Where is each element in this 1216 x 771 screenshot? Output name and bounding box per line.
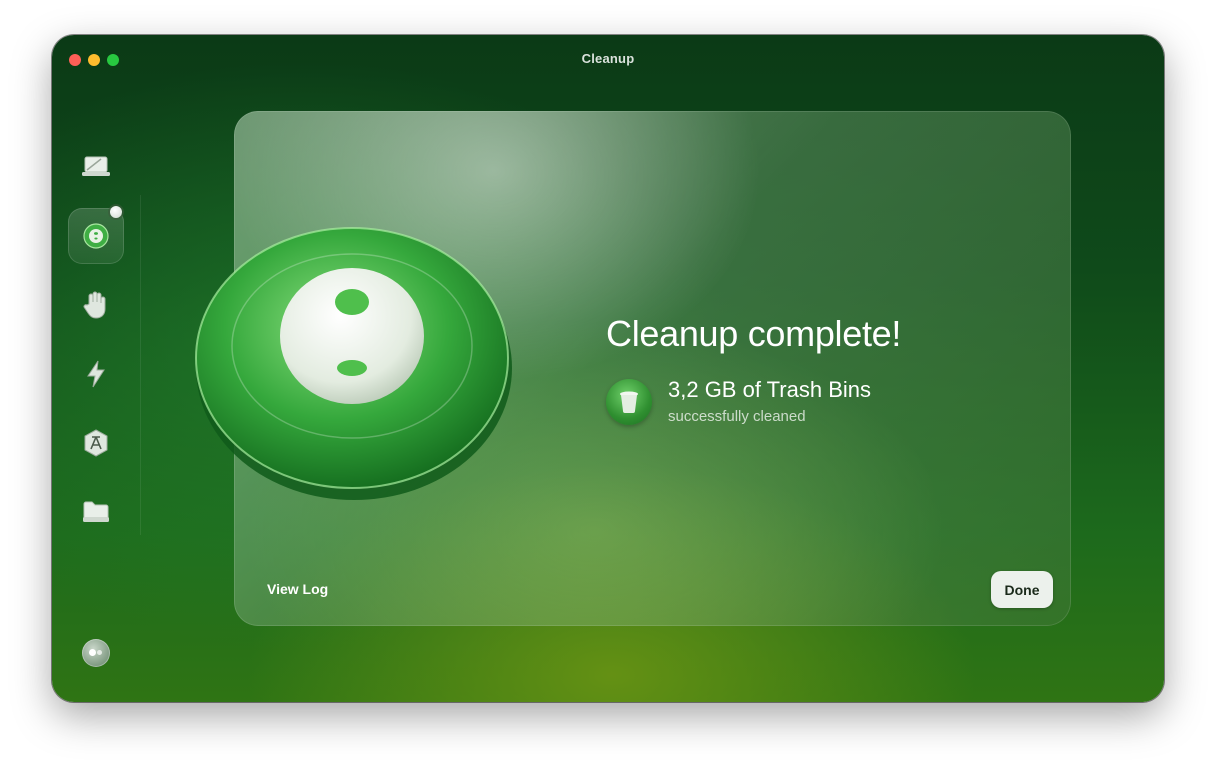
my-clutter-folder-icon <box>83 501 109 522</box>
sidebar-item-performance[interactable] <box>68 346 124 402</box>
sidebar-item-my-clutter[interactable] <box>68 484 124 540</box>
sidebar-item-cleanup[interactable] <box>68 206 124 264</box>
performance-bolt-icon <box>87 360 105 388</box>
sidebar-item-applications[interactable] <box>68 415 124 471</box>
active-indicator <box>110 206 122 218</box>
trash-bin-badge <box>606 379 652 425</box>
sidebar-item-smart-scan[interactable] <box>68 139 124 195</box>
view-log-link[interactable]: View Log <box>267 581 328 597</box>
protection-hand-icon <box>83 291 106 319</box>
trash-bin-icon <box>620 391 638 413</box>
result-item-title: 3,2 GB of Trash Bins <box>668 377 871 402</box>
cleanup-hero-icon <box>195 227 512 500</box>
assistant-icon[interactable] <box>82 639 110 667</box>
sidebar-divider <box>140 195 141 535</box>
cleanup-icon <box>83 223 109 249</box>
result-item-subtitle: successfully cleaned <box>668 408 806 425</box>
done-button[interactable]: Done <box>991 571 1053 608</box>
window-title: Cleanup <box>581 51 635 66</box>
laptop-scan-icon <box>82 156 110 176</box>
app-window: Cleanup Cleanup complete! 3,2 GB of Tras… <box>52 35 1164 702</box>
applications-icon <box>84 429 108 457</box>
sidebar-item-protection[interactable] <box>68 277 124 333</box>
result-heading: Cleanup complete! <box>606 313 902 354</box>
